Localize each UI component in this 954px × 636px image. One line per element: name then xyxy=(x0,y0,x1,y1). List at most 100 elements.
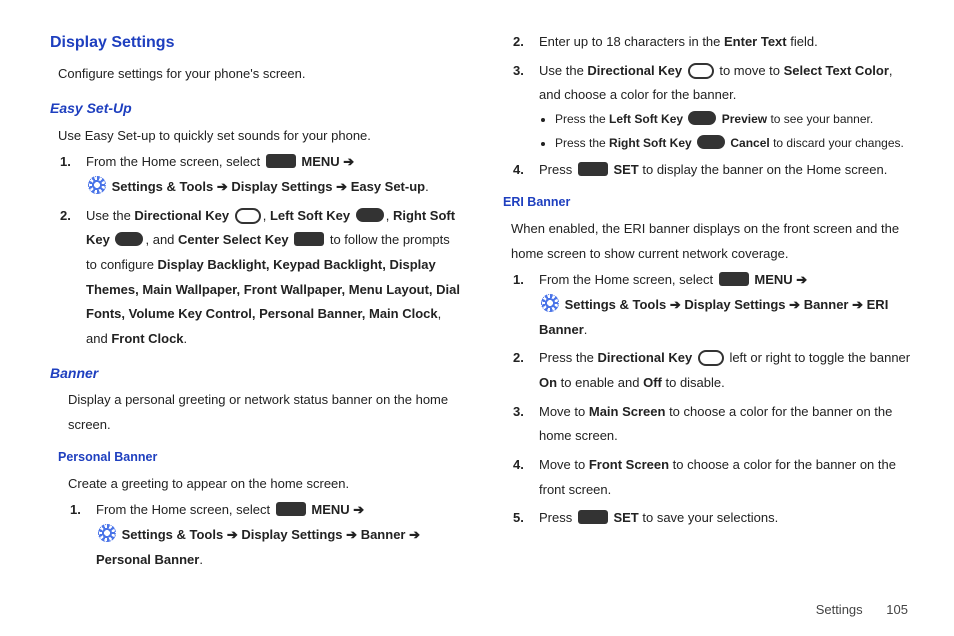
arrow-icon: ➔ xyxy=(852,297,863,312)
eri-step-1: From the Home screen, select MENU ➔ Sett… xyxy=(513,268,914,342)
pb-step-3: Use the Directional Key to move to Selec… xyxy=(513,59,914,155)
text: to move to xyxy=(719,63,783,78)
banner: Banner xyxy=(804,297,849,312)
heading-display-settings: Display Settings xyxy=(50,28,461,58)
pb-step-4: Press SET to display the banner on the H… xyxy=(513,158,914,183)
text: field. xyxy=(787,34,818,49)
arrow-icon: ➔ xyxy=(353,502,364,517)
right-soft-key-icon xyxy=(697,135,725,149)
display-settings: Display Settings xyxy=(241,527,342,542)
set-key-icon xyxy=(578,162,608,176)
arrow-icon: ➔ xyxy=(343,154,354,169)
gear-icon xyxy=(98,524,116,542)
gear-icon xyxy=(541,294,559,312)
banner: Banner xyxy=(361,527,406,542)
section-name: Settings xyxy=(816,602,863,617)
menu-label: MENU xyxy=(754,272,792,287)
arrow-icon: ➔ xyxy=(217,179,228,194)
menu-label: MENU xyxy=(311,502,349,517)
left-soft-key-icon xyxy=(356,208,384,222)
off: Off xyxy=(643,375,662,390)
text: to discard your changes. xyxy=(770,136,904,150)
arrow-icon: ➔ xyxy=(346,527,357,542)
text: Use the xyxy=(86,208,134,223)
right-soft-key-icon xyxy=(115,232,143,246)
select-text-color: Select Text Color xyxy=(784,63,889,78)
heading-personal-banner: Personal Banner xyxy=(50,446,461,470)
display-settings: Display Settings xyxy=(684,297,785,312)
text: Press the xyxy=(539,350,598,365)
directional-key: Directional Key xyxy=(134,208,229,223)
front-clock: Front Clock xyxy=(111,331,183,346)
gear-icon xyxy=(88,176,106,194)
left-soft-key: Left Soft Key xyxy=(609,112,683,126)
text: From the Home screen, select xyxy=(539,272,717,287)
heading-eri-banner: ERI Banner xyxy=(503,191,914,215)
directional-key-icon xyxy=(688,63,714,79)
easy-intro: Use Easy Set-up to quickly set sounds fo… xyxy=(50,124,461,149)
arrow-icon: ➔ xyxy=(409,527,420,542)
eri-steps: From the Home screen, select MENU ➔ Sett… xyxy=(503,268,914,531)
right-soft-key: Right Soft Key xyxy=(609,136,692,150)
page-footer: Settings 105 xyxy=(0,598,954,617)
text: to see your banner. xyxy=(767,112,873,126)
menu-key-icon xyxy=(276,502,306,516)
cancel: Cancel xyxy=(730,136,769,150)
text: From the Home screen, select xyxy=(86,154,264,169)
preview: Preview xyxy=(722,112,767,126)
directional-key: Directional Key xyxy=(598,350,693,365)
set: SET xyxy=(613,162,638,177)
text: Press the xyxy=(555,136,609,150)
easy-steps: From the Home screen, select MENU ➔ Sett… xyxy=(50,150,461,352)
left-soft-key: Left Soft Key xyxy=(270,208,350,223)
text: From the Home screen, select xyxy=(96,502,274,517)
text: Press xyxy=(539,510,576,525)
menu-key-icon xyxy=(266,154,296,168)
personal-banner: Personal Banner xyxy=(96,552,199,567)
bullet-cancel: Press the Right Soft Key Cancel to disca… xyxy=(555,132,914,154)
bullet-preview: Press the Left Soft Key Preview to see y… xyxy=(555,108,914,130)
text: Press the xyxy=(555,112,609,126)
text: Move to xyxy=(539,404,589,419)
directional-key: Directional Key xyxy=(587,63,682,78)
left-soft-key-icon xyxy=(688,111,716,125)
text: , and xyxy=(145,232,178,247)
easy-step-2: Use the Directional Key , Left Soft Key … xyxy=(60,204,461,352)
eri-step-2: Press the Directional Key left or right … xyxy=(513,346,914,395)
text: Enter up to 18 characters in the xyxy=(539,34,724,49)
text: to enable and xyxy=(557,375,643,390)
arrow-icon: ➔ xyxy=(796,272,807,287)
center-select-key-icon xyxy=(294,232,324,246)
heading-easy-setup: Easy Set-Up xyxy=(50,95,461,122)
arrow-icon: ➔ xyxy=(670,297,681,312)
pb-steps-cont: Enter up to 18 characters in the Enter T… xyxy=(503,30,914,183)
text: Press xyxy=(539,162,576,177)
eri-step-5: Press SET to save your selections. xyxy=(513,506,914,531)
settings-tools: Settings & Tools xyxy=(122,527,224,542)
center-select-key: Center Select Key xyxy=(178,232,289,247)
sub-bullets: Press the Left Soft Key Preview to see y… xyxy=(539,108,914,154)
front-screen: Front Screen xyxy=(589,457,669,472)
banner-intro: Display a personal greeting or network s… xyxy=(50,388,461,437)
eri-step-3: Move to Main Screen to choose a color fo… xyxy=(513,400,914,449)
settings-tools: Settings & Tools xyxy=(112,179,214,194)
eri-step-4: Move to Front Screen to choose a color f… xyxy=(513,453,914,502)
intro-text: Configure settings for your phone's scre… xyxy=(50,62,461,87)
set-key-icon xyxy=(578,510,608,524)
easy-setup: Easy Set-up xyxy=(351,179,425,194)
text: left or right to toggle the banner xyxy=(729,350,910,365)
pb-step-2: Enter up to 18 characters in the Enter T… xyxy=(513,30,914,55)
menu-key-icon xyxy=(719,272,749,286)
arrow-icon: ➔ xyxy=(336,179,347,194)
on: On xyxy=(539,375,557,390)
text: Move to xyxy=(539,457,589,472)
left-column: Display Settings Configure settings for … xyxy=(50,28,461,588)
right-column: Enter up to 18 characters in the Enter T… xyxy=(503,28,914,588)
page-number: 105 xyxy=(886,602,908,617)
settings-tools: Settings & Tools xyxy=(565,297,667,312)
text: to disable. xyxy=(662,375,725,390)
set: SET xyxy=(613,510,638,525)
text: Use the xyxy=(539,63,587,78)
text: to display the banner on the Home screen… xyxy=(639,162,888,177)
directional-key-icon xyxy=(698,350,724,366)
